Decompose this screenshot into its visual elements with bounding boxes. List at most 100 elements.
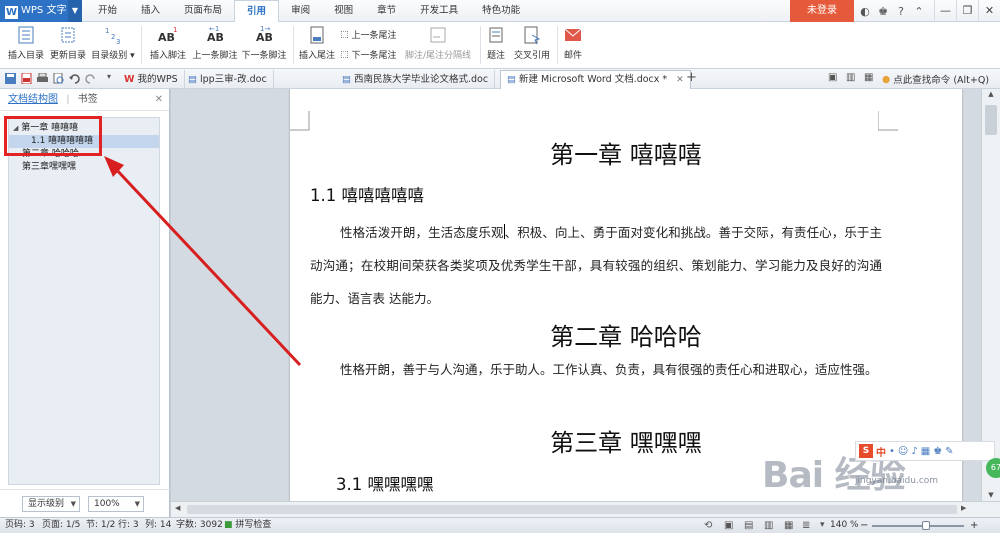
app-menu-button[interactable]: W WPS 文字 ▼ — [0, 0, 82, 22]
title-bar: W WPS 文字 ▼ 开始 插入 页面布局 引用 审阅 视图 章节 开发工具 特色… — [0, 0, 1000, 23]
scroll-up-icon[interactable]: ▲ — [983, 90, 999, 102]
menu-arrow-icon[interactable]: ⌃ — [912, 5, 926, 18]
prev-endnote-button[interactable]: ⬚ 上一条尾注 — [340, 28, 397, 42]
zoom-in-icon[interactable]: + — [970, 518, 978, 533]
insert-toc-button[interactable]: 插入目录 — [6, 25, 46, 61]
nav-item-chapter-3[interactable]: 第三章嘿嘿嘿 — [9, 161, 159, 174]
outline-view-icon[interactable]: ≣ — [802, 518, 810, 533]
paragraph-1[interactable]: 性格活泼开朗，生活态度乐观、积极、向上、勇于面对变化和挑战。善于交际，有责任心，… — [310, 216, 882, 315]
status-zoom-level[interactable]: 140 % — [830, 518, 859, 533]
shirt-icon[interactable]: ♚ — [876, 5, 890, 18]
prev-footnote-button[interactable]: AB ←1 上一条脚注 — [192, 25, 238, 61]
next-endnote-button[interactable]: ⬚ 下一条尾注 — [340, 48, 397, 62]
mail-button[interactable]: 邮件 — [561, 25, 585, 61]
skin-icon[interactable]: ◐ — [858, 5, 872, 18]
voice-icon[interactable]: ♪ — [911, 446, 917, 457]
redo-icon[interactable] — [85, 73, 96, 84]
minimize-icon[interactable]: — — [934, 0, 956, 22]
zoom-out-icon[interactable]: − — [860, 518, 868, 533]
accelerator-ball-icon[interactable]: 67 — [986, 458, 1000, 478]
chevron-down-icon: ▼ — [70, 500, 76, 508]
heading-section-1-1[interactable]: 1.1 嘻嘻嘻嘻嘻 — [310, 182, 424, 206]
tools-icon[interactable]: ✎ — [945, 446, 953, 457]
hscroll-thumb[interactable] — [187, 505, 957, 514]
punctuation-icon[interactable]: • — [889, 446, 895, 457]
tab-review[interactable]: 审阅 — [279, 0, 322, 22]
ime-mode[interactable]: 中 — [876, 444, 886, 459]
tab-developer[interactable]: 开发工具 — [408, 0, 470, 22]
heading-chapter-1[interactable]: 第一章 嘻嘻嘻 — [290, 135, 962, 170]
scroll-left-icon[interactable]: ◀ — [175, 504, 180, 512]
toc-level-dropdown[interactable]: 123 目录级别 ▾ — [90, 25, 136, 61]
cross-reference-icon — [512, 25, 552, 45]
next-footnote-button[interactable]: AB 1→ 下一条脚注 — [240, 25, 288, 61]
keyboard-icon[interactable]: ▦ — [921, 446, 930, 457]
track-changes-icon[interactable]: ⟲ — [704, 518, 712, 533]
heading-chapter-2[interactable]: 第二章 哈哈哈 — [290, 317, 962, 352]
spell-check-toggle[interactable]: ■ 拼写检查 — [224, 518, 271, 533]
svg-text:3: 3 — [116, 38, 120, 45]
caption-button[interactable]: 题注 — [484, 25, 508, 61]
page-view-icon[interactable]: ▥ — [764, 518, 773, 533]
shirt-icon[interactable]: ♚ — [933, 446, 942, 457]
tab-split-icon[interactable]: ▥ — [846, 72, 855, 83]
document-page[interactable]: 第一章 嘻嘻嘻 1.1 嘻嘻嘻嘻嘻 性格活泼开朗，生活态度乐观、积极、向上、勇于… — [290, 89, 962, 501]
tab-page-layout[interactable]: 页面布局 — [172, 0, 234, 22]
web-view-icon[interactable]: ▦ — [784, 518, 793, 533]
zoom-slider-thumb[interactable] — [922, 521, 930, 530]
tab-document-map[interactable]: 文档结构图 — [8, 94, 58, 105]
app-name: WPS 文字 — [21, 5, 67, 16]
status-bar: 页码: 3 页面: 1/5 节: 1/2 行: 3 列: 14 字数: 3092… — [0, 517, 1000, 533]
save-icon[interactable] — [5, 73, 16, 84]
document-area[interactable]: 第一章 嘻嘻嘻 1.1 嘻嘻嘻嘻嘻 性格活泼开朗，生活态度乐观、积极、向上、勇于… — [171, 89, 981, 501]
document-icon: ▤ — [188, 73, 197, 85]
print-icon[interactable] — [37, 73, 48, 84]
horizontal-scrollbar[interactable]: ◀ ▶ — [171, 501, 1000, 517]
tab-view[interactable]: 视图 — [322, 0, 365, 22]
sogou-s-icon[interactable]: S — [859, 444, 873, 458]
new-tab-icon[interactable]: + — [686, 70, 697, 85]
tab-special[interactable]: 特色功能 — [470, 0, 532, 22]
insert-footnote-button[interactable]: AB 1 插入脚注 — [146, 25, 190, 61]
zoom-slider-track[interactable] — [872, 525, 964, 527]
heading-section-3-1[interactable]: 3.1 嘿嘿嘿嘿 — [336, 471, 434, 495]
paragraph-2[interactable]: 性格开朗，善于与人沟通，乐于助人。工作认真、负责，具有很强的责任心和进取心，适应… — [310, 353, 882, 386]
doctab-lpp[interactable]: ▤ lpp三审-改.doc — [182, 70, 274, 89]
update-toc-button[interactable]: 更新目录 — [48, 25, 88, 61]
close-icon[interactable]: ✕ — [155, 89, 163, 111]
tab-references[interactable]: 引用 — [234, 0, 280, 23]
tab-float-icon[interactable]: ▦ — [864, 72, 873, 83]
doctab-thesis-format[interactable]: ▤ 西南民族大学毕业论文格式.doc — [336, 70, 496, 89]
focus-mode-icon[interactable]: ▣ — [724, 518, 733, 533]
doctab-my-wps[interactable]: W 我的WPS — [118, 70, 185, 89]
scroll-right-icon[interactable]: ▶ — [961, 504, 966, 512]
doctab-new-word-doc[interactable]: ▤ 新建 Microsoft Word 文档.docx * ✕ — [500, 70, 691, 89]
display-level-dropdown[interactable]: 显示级别 ▼ — [22, 496, 80, 512]
tab-chapter[interactable]: 章节 — [365, 0, 408, 22]
nav-zoom-dropdown[interactable]: 100% ▼ — [88, 496, 144, 512]
close-icon[interactable]: ✕ — [978, 0, 1000, 22]
restore-icon[interactable]: ❐ — [956, 0, 978, 22]
status-word-count[interactable]: 字数: 3092 — [176, 518, 223, 533]
separator-line-button[interactable]: 脚注/尾注分隔线 — [402, 25, 474, 61]
tab-home[interactable]: 开始 — [86, 0, 129, 22]
tab-insert[interactable]: 插入 — [129, 0, 172, 22]
close-tab-icon[interactable]: ✕ — [676, 71, 684, 89]
cross-reference-button[interactable]: 交叉引用 — [512, 25, 552, 61]
vertical-scrollbar[interactable]: ▲ ▼ — [981, 89, 1000, 501]
read-mode-icon[interactable]: ▤ — [744, 518, 753, 533]
print-preview-icon[interactable] — [53, 73, 64, 84]
undo-icon[interactable] — [69, 73, 80, 84]
tab-bookmarks[interactable]: 书签 — [78, 94, 98, 105]
zoom-menu-icon[interactable]: ▾ — [820, 518, 825, 533]
command-search[interactable]: ● 点此查找命令 (Alt+Q) — [882, 72, 989, 87]
help-icon[interactable]: ? — [894, 5, 908, 18]
customize-dropdown-icon[interactable]: ▾ — [107, 72, 118, 83]
emoji-icon[interactable]: ☺ — [898, 446, 908, 457]
scroll-down-icon[interactable]: ▼ — [983, 491, 999, 499]
scroll-thumb[interactable] — [985, 105, 997, 135]
insert-endnote-button[interactable]: 插入尾注 — [297, 25, 337, 61]
export-pdf-icon[interactable] — [21, 73, 32, 84]
tab-list-icon[interactable]: ▣ — [828, 72, 837, 83]
login-button[interactable]: 未登录 — [790, 0, 854, 22]
